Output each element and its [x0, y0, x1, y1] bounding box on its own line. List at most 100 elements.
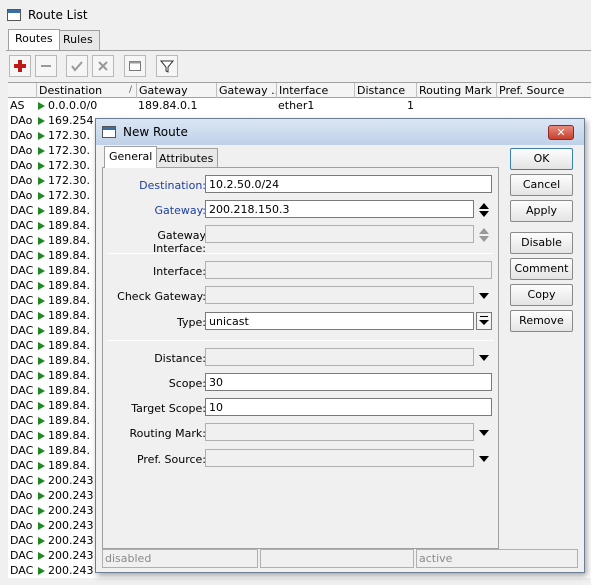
copy-button[interactable]: Copy — [510, 284, 573, 306]
cell-flags-text: DAC — [10, 204, 34, 217]
pref-source-label: Pref. Source: — [136, 453, 206, 466]
active-flag-icon — [38, 492, 45, 500]
cell-flags: DAo — [10, 128, 36, 143]
tab-attributes[interactable]: Attributes — [154, 148, 219, 168]
cell-flags: DAC — [10, 218, 36, 233]
chevron-down-icon[interactable] — [479, 430, 489, 436]
filter-button[interactable] — [156, 55, 178, 77]
cell-destination-text: 189.84. — [48, 234, 90, 247]
type-label: Type: — [177, 316, 206, 329]
active-flag-icon — [38, 102, 45, 110]
column-header-destination[interactable]: Destination / — [36, 83, 136, 98]
comment-icon — [129, 61, 141, 71]
target-scope-label: Target Scope: — [131, 402, 206, 415]
column-header-routing-mark[interactable]: Routing Mark — [416, 83, 496, 98]
active-flag-icon — [38, 192, 45, 200]
cell-destination-text: 189.84. — [48, 354, 90, 367]
gateway-spinner[interactable] — [478, 201, 490, 219]
table-row[interactable]: AS 0.0.0.0/0 189.84.0.1 ether1 1 — [8, 98, 591, 113]
disable-button[interactable]: Disable — [510, 232, 573, 254]
active-flag-icon — [38, 477, 45, 485]
tab-routes[interactable]: Routes — [8, 29, 60, 50]
cell-gateway-text: 189.84.0.1 — [138, 99, 198, 112]
routing-mark-select[interactable] — [205, 423, 474, 441]
sort-icon: / — [128, 85, 132, 95]
active-flag-icon — [38, 387, 45, 395]
close-button[interactable]: ✕ — [548, 125, 574, 140]
destination-input[interactable]: 10.2.50.0/24 — [205, 175, 492, 193]
active-flag-icon — [38, 462, 45, 470]
active-flag-icon — [38, 447, 45, 455]
cell-flags: DAC — [10, 458, 36, 473]
add-button[interactable] — [9, 55, 31, 77]
active-flag-icon — [38, 222, 45, 230]
ok-button[interactable]: OK — [510, 148, 573, 170]
type-select[interactable]: unicast — [205, 312, 474, 330]
active-flag-icon — [38, 177, 45, 185]
cell-flags-text: DAo — [10, 129, 33, 142]
column-header-gateway-interface[interactable]: Gateway ... — [216, 83, 276, 98]
cell-destination-text: 169.254 — [48, 114, 94, 127]
cell-destination-text: 189.84. — [48, 444, 90, 457]
cross-icon — [98, 61, 108, 71]
cell-destination-text: 189.84. — [48, 249, 90, 262]
add-icon — [14, 60, 26, 72]
interface-input — [205, 261, 492, 279]
cell-flags: DAo — [10, 518, 36, 533]
gateway-input[interactable]: 200.218.150.3 — [205, 200, 474, 218]
cell-flags: DAC — [10, 323, 36, 338]
active-flag-icon — [38, 147, 45, 155]
cell-destination-text: 189.84. — [48, 399, 90, 412]
cell-destination-text: 189.84. — [48, 279, 90, 292]
active-flag-icon — [38, 432, 45, 440]
chevron-down-icon[interactable] — [479, 355, 489, 361]
chevron-down-icon[interactable] — [479, 293, 489, 299]
column-header-flags[interactable] — [8, 83, 36, 98]
check-gateway-select[interactable] — [205, 286, 474, 304]
cell-destination-text: 172.30. — [48, 129, 90, 142]
disable-button[interactable] — [92, 55, 114, 77]
cancel-button[interactable]: Cancel — [510, 174, 573, 196]
status-disabled: disabled — [102, 549, 258, 568]
cell-flags: DAo — [10, 188, 36, 203]
cell-flags-text: DAC — [10, 324, 34, 337]
scope-input[interactable]: 30 — [205, 373, 492, 391]
cell-flags-text: DAC — [10, 279, 34, 292]
target-scope-input[interactable]: 10 — [205, 398, 492, 416]
comment-button[interactable]: Comment — [510, 258, 573, 280]
column-header-pref-source[interactable]: Pref. Source — [496, 83, 576, 98]
active-flag-icon — [38, 297, 45, 305]
arrow-up-icon — [479, 203, 489, 209]
remove-button[interactable]: Remove — [510, 310, 573, 332]
cell-distance-text: 1 — [407, 99, 414, 112]
window-title: Route List — [28, 8, 88, 22]
separator — [107, 253, 494, 254]
pref-source-select[interactable] — [205, 449, 474, 467]
new-route-dialog: New Route ✕ General Attributes Destinati… — [95, 118, 585, 573]
cell-flags-text: DAC — [10, 564, 34, 577]
chevron-down-icon[interactable] — [479, 456, 489, 462]
arrow-down-icon — [479, 236, 489, 242]
route-list-titlebar: Route List — [0, 0, 591, 30]
enable-button[interactable] — [66, 55, 88, 77]
distance-label: Distance: — [154, 352, 206, 365]
filter-icon — [160, 60, 174, 73]
column-header-gateway[interactable]: Gateway — [136, 83, 216, 98]
cell-destination-text: 200.243 — [48, 534, 94, 547]
cell-destination-text: 172.30. — [48, 159, 90, 172]
comment-button[interactable] — [124, 55, 146, 77]
tab-rules[interactable]: Rules — [56, 30, 100, 50]
cell-flags: AS — [10, 98, 36, 113]
distance-select[interactable] — [205, 348, 474, 366]
column-header-distance[interactable]: Distance — [354, 83, 416, 98]
apply-button[interactable]: Apply — [510, 200, 573, 222]
tab-general[interactable]: General — [104, 146, 158, 168]
cell-destination-text: 189.84. — [48, 324, 90, 337]
cell-destination-text: 0.0.0.0/0 — [48, 99, 98, 112]
column-header-interface[interactable]: Interface — [276, 83, 354, 98]
remove-button[interactable] — [35, 55, 57, 77]
cell-flags-text: DAC — [10, 399, 34, 412]
type-dropdown-button[interactable] — [476, 312, 492, 330]
cell-flags-text: DAC — [10, 294, 34, 307]
cell-flags-text: DAC — [10, 249, 34, 262]
